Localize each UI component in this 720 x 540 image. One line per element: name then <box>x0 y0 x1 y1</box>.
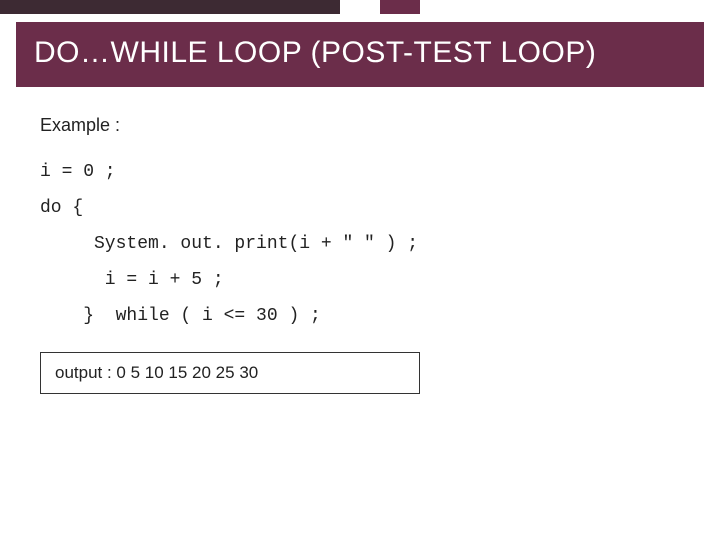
slide-title: DO…WHILE LOOP (POST-TEST LOOP) <box>34 36 686 71</box>
output-text: output : 0 5 10 15 20 25 30 <box>55 363 405 383</box>
code-line: i = 0 ; <box>40 162 116 182</box>
output-box: output : 0 5 10 15 20 25 30 <box>40 352 420 394</box>
accent-segment-maroon <box>380 0 420 14</box>
code-block: i = 0 ; do { System. out. print(i + " " … <box>40 154 680 334</box>
accent-segment-dark <box>0 0 340 14</box>
code-line: do { <box>40 198 83 218</box>
code-line: System. out. print(i + " " ) ; <box>40 234 418 254</box>
accent-gap <box>340 0 380 14</box>
slide-body: Example : i = 0 ; do { System. out. prin… <box>0 87 720 334</box>
code-line: } while ( i <= 30 ) ; <box>40 306 321 326</box>
accent-segment-white <box>420 0 720 14</box>
top-accent-bar <box>0 0 720 14</box>
slide-title-bar: DO…WHILE LOOP (POST-TEST LOOP) <box>16 22 704 87</box>
code-line: i = i + 5 ; <box>40 270 224 290</box>
example-label: Example : <box>40 115 680 136</box>
